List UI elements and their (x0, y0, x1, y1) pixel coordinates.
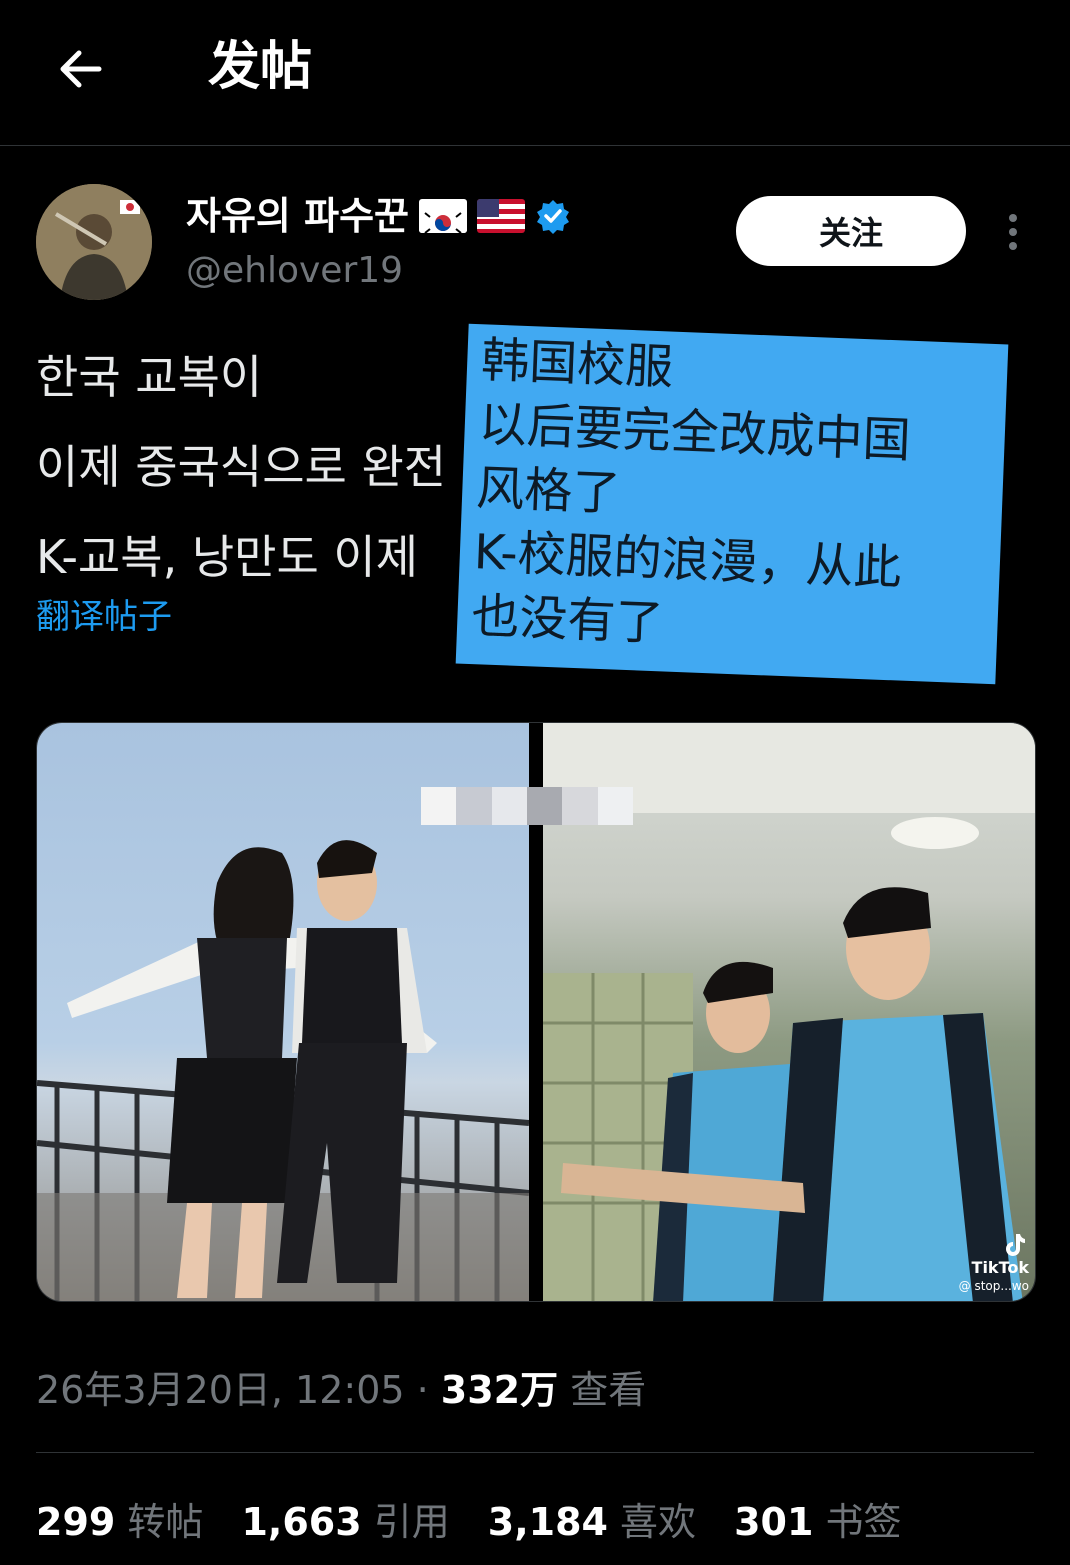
arrow-left-icon (60, 50, 102, 88)
author-handle[interactable]: @ehlover19 (186, 246, 403, 296)
likes-stat[interactable]: 3,184 喜欢 (488, 1492, 696, 1552)
translate-post-link[interactable]: 翻译帖子 (36, 592, 172, 642)
likes-label: 喜欢 (620, 1500, 697, 1544)
author-display-name: 자유의 파수꾼 (186, 194, 409, 238)
top-bar: 发帖 (0, 0, 1070, 146)
author-display-name-row[interactable]: 자유의 파수꾼 (186, 188, 571, 244)
kr-flag-icon (419, 199, 467, 233)
post-media[interactable]: TikTok @ stop...wo (36, 722, 1036, 1302)
more-vertical-icon[interactable] (998, 208, 1028, 256)
us-flag-icon (477, 199, 525, 233)
quotes-label: 引用 (373, 1500, 450, 1544)
likes-count: 3,184 (487, 1500, 608, 1544)
divider (36, 1452, 1034, 1453)
tiktok-label: TikTok (971, 1258, 1029, 1277)
avatar-image (36, 184, 152, 300)
reposts-label: 转帖 (127, 1500, 204, 1544)
bookmarks-stat[interactable]: 301 书签 (734, 1492, 901, 1552)
tiktok-icon (1006, 1234, 1025, 1256)
follow-button[interactable]: 关注 (736, 196, 966, 266)
views-label: 查看 (558, 1368, 647, 1412)
back-button[interactable] (50, 38, 112, 100)
bookmarks-label: 书签 (825, 1500, 902, 1544)
quotes-count: 1,663 (241, 1500, 362, 1544)
tiktok-watermark: TikTok @ stop...wo (959, 1231, 1029, 1295)
engagement-stats: 299 转帖 1,663 引用 3,184 喜欢 301 书签 (36, 1492, 902, 1552)
views-count: 332万 (440, 1368, 559, 1412)
avatar[interactable] (36, 184, 152, 300)
verified-badge-icon (535, 198, 571, 234)
bookmarks-count: 301 (734, 1500, 814, 1544)
post-timestamp[interactable]: 26年3月20日, 12:05 · (36, 1368, 441, 1412)
quotes-stat[interactable]: 1,663 引用 (241, 1492, 449, 1552)
reposts-stat[interactable]: 299 转帖 (36, 1492, 203, 1552)
tiktok-username: @ stop...wo (958, 1279, 1029, 1293)
page-title: 发帖 (208, 37, 313, 97)
blurred-caption (421, 787, 633, 825)
translation-overlay: 韩国校服 以后要完全改成中国 风格了 K-校服的浪漫，从此 也没有了 (455, 323, 1009, 685)
reposts-count: 299 (36, 1500, 116, 1544)
post-meta: 26年3月20日, 12:05 · 332万 查看 (36, 1360, 646, 1420)
